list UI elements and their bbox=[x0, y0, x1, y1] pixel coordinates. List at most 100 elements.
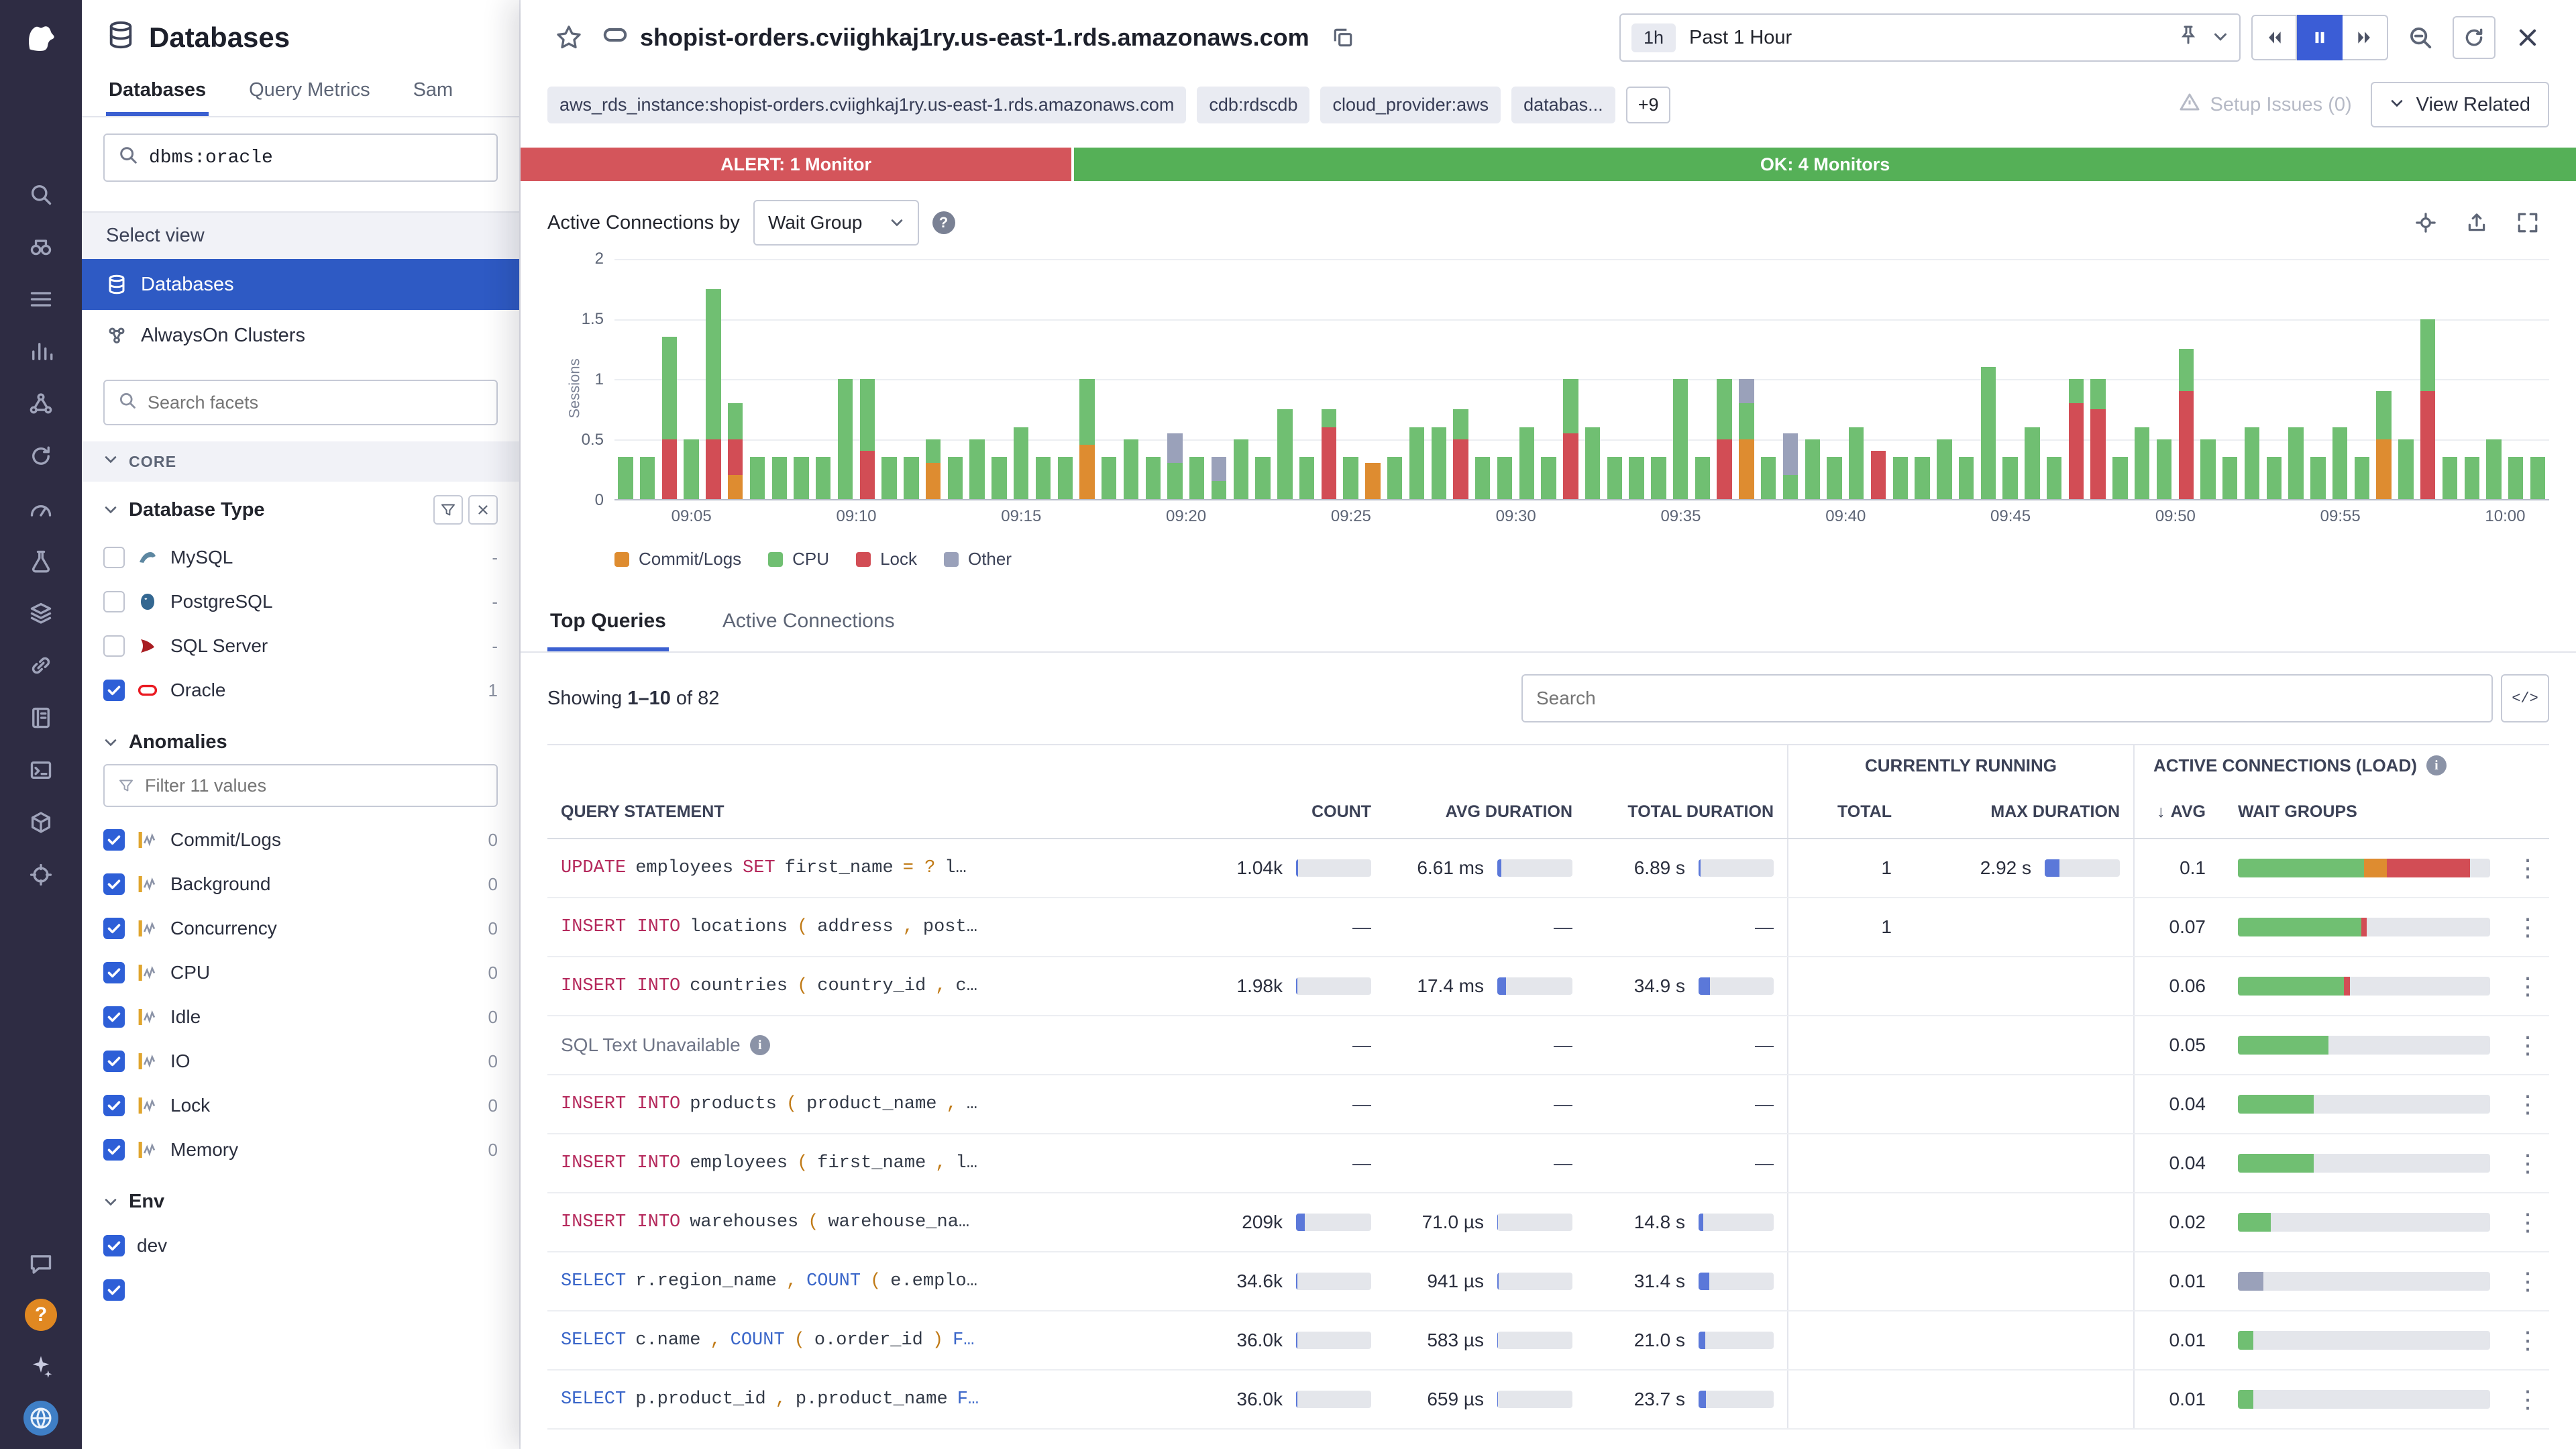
row-menu-kebab-icon[interactable]: ⋮ bbox=[2506, 1134, 2549, 1192]
pin-icon[interactable] bbox=[2178, 24, 2199, 51]
wait-group-select[interactable]: Wait Group bbox=[753, 200, 919, 246]
nav-bar-chart[interactable] bbox=[21, 331, 61, 372]
nav-notebook[interactable] bbox=[21, 698, 61, 738]
info-icon[interactable]: i bbox=[2426, 755, 2447, 775]
code-view-button[interactable]: </> bbox=[2501, 674, 2549, 722]
chat-icon[interactable] bbox=[21, 1244, 61, 1284]
nav-crosshair[interactable] bbox=[21, 855, 61, 895]
table-row[interactable]: UPDATE employees SET first_name = ? l…1.… bbox=[547, 839, 2549, 898]
table-row[interactable]: SQL Text Unavailablei———0.05⋮ bbox=[547, 1016, 2549, 1075]
pause-button[interactable] bbox=[2297, 15, 2343, 60]
copy-icon[interactable] bbox=[1322, 16, 1364, 59]
legend-item-commit-logs[interactable]: Commit/Logs bbox=[614, 549, 741, 570]
checkbox[interactable] bbox=[103, 918, 125, 939]
datadog-logo-icon[interactable] bbox=[18, 13, 64, 59]
tab-top-queries[interactable]: Top Queries bbox=[547, 591, 669, 651]
checkbox[interactable] bbox=[103, 1095, 125, 1116]
col-count[interactable]: COUNT bbox=[1213, 786, 1385, 838]
facet-filter-input[interactable] bbox=[145, 775, 483, 796]
tab-databases[interactable]: Databases bbox=[106, 67, 209, 116]
tab-samples[interactable]: Sam bbox=[411, 67, 456, 116]
view-related-button[interactable]: View Related bbox=[2371, 82, 2549, 127]
facet-item-oracle[interactable]: Oracle1 bbox=[103, 668, 498, 712]
star-icon[interactable] bbox=[547, 16, 590, 59]
facet-header[interactable]: Env bbox=[103, 1191, 498, 1213]
refresh-icon[interactable] bbox=[2453, 16, 2496, 59]
alert-monitors-segment[interactable]: ALERT: 1 Monitor bbox=[521, 148, 1071, 181]
tag-pill[interactable]: cdb:rdscdb bbox=[1197, 87, 1309, 123]
sparkle-icon[interactable] bbox=[21, 1346, 61, 1386]
table-row[interactable]: INSERT INTO locations ( address, post…——… bbox=[547, 898, 2549, 957]
help-icon[interactable]: ? bbox=[25, 1299, 57, 1331]
row-menu-kebab-icon[interactable]: ⋮ bbox=[2506, 1075, 2549, 1133]
legend-item-cpu[interactable]: CPU bbox=[768, 549, 829, 570]
table-row[interactable]: INSERT INTO employees ( first_name, l…——… bbox=[547, 1134, 2549, 1193]
clear-filter-icon[interactable] bbox=[468, 495, 498, 525]
table-row[interactable]: INSERT INTO warehouses ( warehouse_na…20… bbox=[547, 1193, 2549, 1252]
nav-gauge[interactable] bbox=[21, 488, 61, 529]
checkbox[interactable] bbox=[103, 547, 125, 568]
select-view-item-alwayson-clusters[interactable]: AlwaysOn Clusters bbox=[82, 310, 519, 361]
fullscreen-icon[interactable] bbox=[2506, 201, 2549, 244]
facet-item-concurrency[interactable]: Concurrency0 bbox=[103, 906, 498, 951]
nav-link[interactable] bbox=[21, 645, 61, 686]
nav-binoculars[interactable] bbox=[21, 227, 61, 267]
facet-header[interactable]: Database Type bbox=[103, 495, 498, 525]
checkbox[interactable] bbox=[103, 680, 125, 701]
tab-active-connections[interactable]: Active Connections bbox=[720, 591, 898, 651]
col-query-statement[interactable]: QUERY STATEMENT bbox=[547, 786, 1213, 838]
checkbox[interactable] bbox=[103, 962, 125, 983]
ok-monitors-segment[interactable]: OK: 4 Monitors bbox=[1074, 148, 2576, 181]
nav-cube[interactable] bbox=[21, 802, 61, 843]
globe-avatar-icon[interactable] bbox=[23, 1401, 58, 1436]
nav-sync[interactable] bbox=[21, 436, 61, 476]
row-menu-kebab-icon[interactable]: ⋮ bbox=[2506, 1252, 2549, 1310]
col-total-duration[interactable]: TOTAL DURATION bbox=[1586, 786, 1787, 838]
facet-item-idle[interactable]: Idle0 bbox=[103, 995, 498, 1039]
nav-terminal[interactable] bbox=[21, 750, 61, 790]
checkbox[interactable] bbox=[103, 635, 125, 657]
facet-header[interactable]: Anomalies bbox=[103, 731, 498, 753]
facet-item-memory[interactable]: Memory0 bbox=[103, 1128, 498, 1172]
facet-item-io[interactable]: IO0 bbox=[103, 1039, 498, 1083]
search-input[interactable] bbox=[149, 148, 483, 168]
checkbox[interactable] bbox=[103, 1051, 125, 1072]
nav-flask[interactable] bbox=[21, 541, 61, 581]
col-avg-duration[interactable]: AVG DURATION bbox=[1385, 786, 1586, 838]
legend-item-lock[interactable]: Lock bbox=[856, 549, 917, 570]
filter-icon[interactable] bbox=[433, 495, 463, 525]
tag-pill[interactable]: cloud_provider:aws bbox=[1320, 87, 1501, 123]
row-menu-kebab-icon[interactable]: ⋮ bbox=[2506, 1371, 2549, 1428]
facet-item-commit-logs[interactable]: Commit/Logs0 bbox=[103, 818, 498, 862]
row-menu-kebab-icon[interactable]: ⋮ bbox=[2506, 957, 2549, 1015]
core-section-header[interactable]: CORE bbox=[82, 441, 519, 482]
setup-issues-button[interactable]: Setup Issues (0) bbox=[2179, 91, 2351, 118]
tags-more-button[interactable]: +9 bbox=[1626, 87, 1671, 123]
help-icon[interactable]: ? bbox=[932, 211, 955, 234]
nav-network[interactable] bbox=[21, 384, 61, 424]
zoom-out-icon[interactable] bbox=[2399, 16, 2442, 59]
fast-forward-button[interactable] bbox=[2343, 15, 2388, 60]
nav-layers[interactable] bbox=[21, 593, 61, 633]
row-menu-kebab-icon[interactable]: ⋮ bbox=[2506, 1016, 2549, 1074]
checkbox[interactable] bbox=[103, 829, 125, 851]
table-row[interactable]: SELECT p.product_id, p.product_name F…36… bbox=[547, 1371, 2549, 1430]
checkbox[interactable] bbox=[103, 873, 125, 895]
nav-list[interactable] bbox=[21, 279, 61, 319]
checkbox[interactable] bbox=[103, 1235, 125, 1256]
checkbox[interactable] bbox=[103, 591, 125, 612]
col-max-duration[interactable]: MAX DURATION bbox=[1905, 786, 2133, 838]
table-search-input[interactable] bbox=[1536, 688, 2478, 709]
table-row[interactable]: SELECT c.name, COUNT ( o.order_id ) F…36… bbox=[547, 1311, 2549, 1371]
legend-item-other[interactable]: Other bbox=[944, 549, 1012, 570]
facet-item-empty[interactable] bbox=[103, 1268, 498, 1312]
facet-search-input[interactable] bbox=[148, 392, 483, 413]
nav-search[interactable] bbox=[21, 174, 61, 215]
row-menu-kebab-icon[interactable]: ⋮ bbox=[2506, 839, 2549, 897]
time-range-selector[interactable]: 1h Past 1 Hour bbox=[1619, 13, 2241, 62]
chevron-down-icon[interactable] bbox=[2212, 25, 2229, 50]
focus-icon[interactable] bbox=[2404, 201, 2447, 244]
checkbox[interactable] bbox=[103, 1006, 125, 1028]
facet-item-background[interactable]: Background0 bbox=[103, 862, 498, 906]
row-menu-kebab-icon[interactable]: ⋮ bbox=[2506, 898, 2549, 956]
